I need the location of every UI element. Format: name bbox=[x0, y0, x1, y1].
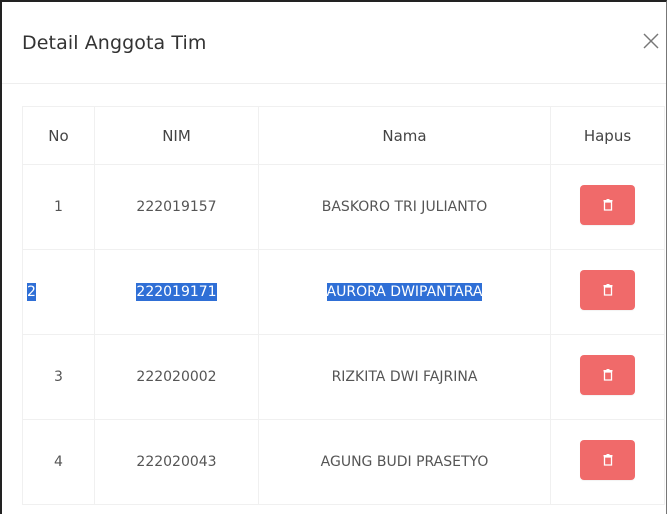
column-header-no: No bbox=[22, 106, 95, 165]
trash-icon bbox=[603, 284, 613, 296]
row-no-text: 1 bbox=[54, 199, 63, 215]
delete-button[interactable] bbox=[580, 185, 635, 225]
row-no-text: 2 bbox=[27, 283, 36, 301]
row-nama-text: BASKORO TRI JULIANTO bbox=[321, 199, 488, 215]
row-nama-text: AURORA DWIPANTARA bbox=[326, 283, 483, 301]
row-no-text: 3 bbox=[54, 369, 63, 385]
delete-button[interactable] bbox=[580, 270, 635, 310]
row-nama-text: RIZKITA DWI FAJRINA bbox=[331, 369, 478, 385]
row-nama: AURORA DWIPANTARA bbox=[258, 249, 551, 335]
row-no: 1 bbox=[22, 164, 95, 250]
row-nim: 222019171 bbox=[94, 249, 259, 335]
row-nim-text: 222019157 bbox=[136, 199, 217, 215]
trash-icon bbox=[603, 369, 613, 381]
table-row: 1 222019157 BASKORO TRI JULIANTO bbox=[22, 164, 665, 250]
row-nama: BASKORO TRI JULIANTO bbox=[258, 164, 551, 250]
row-hapus bbox=[550, 419, 665, 505]
row-nama: AGUNG BUDI PRASETYO bbox=[258, 419, 551, 505]
modal-title: Detail Anggota Tim bbox=[22, 32, 207, 54]
row-nim-text: 222020002 bbox=[136, 369, 217, 385]
row-hapus bbox=[550, 164, 665, 250]
table-row: 2 222019171 AURORA DWIPANTARA bbox=[22, 249, 665, 335]
column-header-hapus: Hapus bbox=[550, 106, 665, 165]
row-hapus bbox=[550, 334, 665, 420]
modal-header: Detail Anggota Tim bbox=[2, 2, 666, 84]
table-row: 4 222020043 AGUNG BUDI PRASETYO bbox=[22, 419, 665, 505]
row-no: 2 bbox=[22, 249, 95, 335]
row-hapus bbox=[550, 249, 665, 335]
row-nim-text: 222019171 bbox=[136, 283, 217, 301]
column-header-nim: NIM bbox=[94, 106, 259, 165]
row-no: 3 bbox=[22, 334, 95, 420]
table-row: 3 222020002 RIZKITA DWI FAJRINA bbox=[22, 334, 665, 420]
delete-button[interactable] bbox=[580, 355, 635, 395]
members-table: No NIM Nama Hapus 1 222019157 BASKORO TR… bbox=[22, 106, 665, 505]
row-no-text: 4 bbox=[54, 454, 63, 470]
delete-button[interactable] bbox=[580, 440, 635, 480]
row-nim-text: 222020043 bbox=[136, 454, 217, 470]
close-icon[interactable] bbox=[640, 30, 662, 52]
row-nama: RIZKITA DWI FAJRINA bbox=[258, 334, 551, 420]
row-no: 4 bbox=[22, 419, 95, 505]
row-nim: 222020043 bbox=[94, 419, 259, 505]
row-nim: 222020002 bbox=[94, 334, 259, 420]
trash-icon bbox=[603, 454, 613, 466]
row-nim: 222019157 bbox=[94, 164, 259, 250]
trash-icon bbox=[603, 199, 613, 211]
modal-dialog: Detail Anggota Tim No NIM Nama Hapus 1 2… bbox=[0, 0, 667, 514]
row-nama-text: AGUNG BUDI PRASETYO bbox=[320, 454, 489, 470]
column-header-nama: Nama bbox=[258, 106, 551, 165]
table-header-row: No NIM Nama Hapus bbox=[22, 106, 665, 165]
